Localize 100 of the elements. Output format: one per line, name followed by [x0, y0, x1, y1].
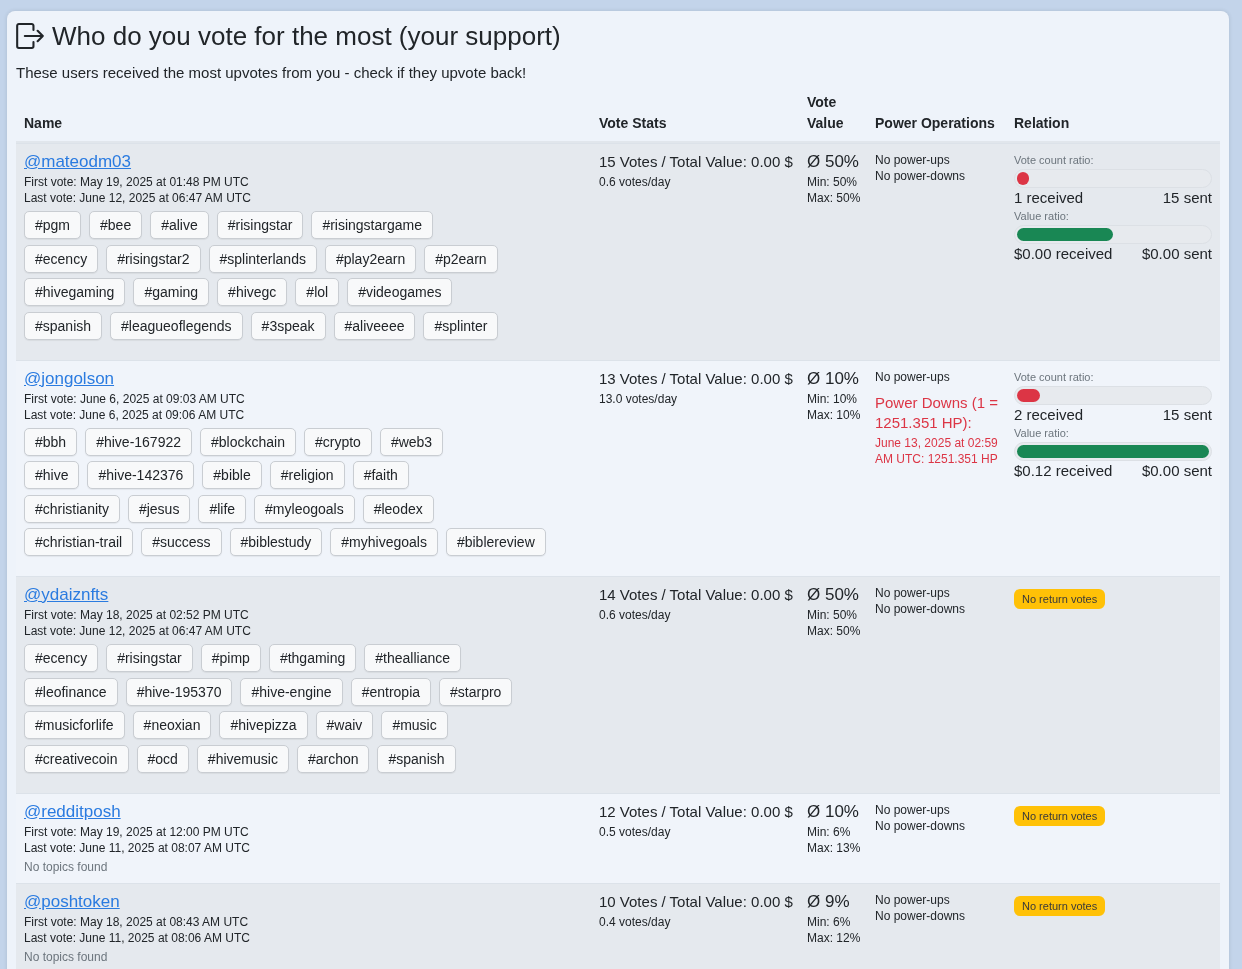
topic-tag[interactable]: #leagueoflegends	[110, 311, 243, 340]
username-link[interactable]: @mateodm03	[24, 150, 132, 174]
ratio-label: Vote count ratio:	[1014, 369, 1094, 385]
topic-tag[interactable]: #splinter	[423, 311, 499, 340]
topic-tag[interactable]: #hive	[24, 461, 80, 489]
topic-tag[interactable]: #creativecoin	[24, 744, 129, 773]
topic-tag[interactable]: #hivepizza	[219, 711, 308, 739]
no-topics-text: No topics found	[24, 858, 108, 875]
topic-tag[interactable]: #gaming	[133, 278, 210, 306]
column-header: Power Operations	[875, 114, 995, 133]
topic-tag[interactable]: #pimp	[200, 644, 261, 672]
topic-tag[interactable]: #risingstar2	[106, 244, 201, 273]
received-amount: $0.12 received	[1014, 460, 1113, 481]
topic-tag[interactable]: #lol	[295, 278, 340, 306]
first-vote-text: First vote: May 18, 2025 at 02:52 PM UTC	[24, 607, 249, 623]
sent-amount: $0.00 sent	[1141, 460, 1212, 481]
topic-tag[interactable]: #hive-engine	[240, 677, 343, 706]
topic-tag[interactable]: #bible	[202, 461, 262, 489]
power-down-title: Power Downs (1 = 1251.351 HP):	[875, 392, 999, 433]
status-badge: No return votes	[1014, 895, 1106, 916]
votes-per-day-text: 0.6 votes/day	[599, 607, 671, 623]
username-link[interactable]: @poshtoken	[24, 889, 120, 914]
topic-tag[interactable]: #bbh	[24, 427, 78, 456]
topic-tag[interactable]: #thealliance	[364, 644, 461, 672]
topic-tag[interactable]: #religion	[269, 461, 345, 489]
topic-tag[interactable]: #risingstargame	[311, 211, 433, 239]
last-vote-text: Last vote: June 12, 2025 at 06:47 AM UTC	[24, 190, 251, 206]
topic-tag[interactable]: #christian-trail	[24, 528, 134, 556]
topic-tag[interactable]: #p2earn	[424, 244, 498, 273]
page-title: Who do you vote for the most (your support)	[52, 20, 561, 53]
power-operation-text: No power-ups	[875, 801, 950, 818]
topic-tag[interactable]: #success	[141, 528, 222, 556]
topic-tag[interactable]: #risingstar	[216, 211, 304, 239]
topic-tag[interactable]: #splinterlands	[208, 244, 317, 273]
column-header: Vote Stats	[599, 114, 667, 133]
votes-per-day-text: 13.0 votes/day	[599, 390, 678, 407]
ratio-label: Value ratio:	[1014, 425, 1069, 441]
topic-tag[interactable]: #myleogoals	[254, 494, 355, 523]
topic-tag[interactable]: #alive	[150, 211, 209, 239]
vote-stats-text: 14 Votes / Total Value: 0.00 $	[599, 585, 793, 605]
vote-stats-text: 12 Votes / Total Value: 0.00 $	[599, 801, 793, 822]
topic-tag[interactable]: #jesus	[127, 494, 191, 523]
topic-tag[interactable]: #hive-142376	[87, 461, 195, 489]
topic-tag[interactable]: #3speak	[250, 311, 326, 340]
topic-tag[interactable]: #waiv	[315, 711, 374, 739]
average-vote-value: Ø 50%	[807, 584, 859, 606]
topic-tag[interactable]: #crypto	[303, 427, 372, 456]
topic-tag[interactable]: #musicforlife	[24, 711, 125, 739]
page-subtitle: These users received the most upvotes from you - check if they upvote back!	[16, 63, 527, 83]
votes-per-day-text: 0.4 votes/day	[599, 913, 671, 930]
topic-tag[interactable]: #neoxian	[132, 711, 212, 739]
power-operation-text: No power-downs	[875, 168, 966, 184]
topic-tag[interactable]: #hive-195370	[125, 677, 233, 706]
last-vote-text: Last vote: June 12, 2025 at 06:47 AM UTC	[24, 623, 251, 639]
topic-tag[interactable]: #christianity	[24, 494, 120, 523]
power-down-detail: June 13, 2025 at 02:59 AM UTC: 1251.351 HP	[875, 434, 999, 467]
topic-tag[interactable]: #myhivegoals	[330, 528, 438, 556]
last-vote-text: Last vote: June 6, 2025 at 09:06 AM UTC	[24, 406, 245, 423]
power-operation-text: No power-ups	[875, 585, 950, 601]
topic-tag[interactable]: #risingstar	[106, 644, 193, 672]
topic-tag[interactable]: #pgm	[24, 211, 82, 239]
topic-tag[interactable]: #ecency	[24, 244, 99, 273]
topic-tag[interactable]: #blockchain	[200, 427, 296, 456]
max-vote-value: Max: 50%	[807, 623, 861, 639]
topic-tag[interactable]: #life	[198, 494, 247, 523]
username-link[interactable]: @jongolson	[24, 366, 115, 391]
topic-tag[interactable]: #biblestudy	[229, 528, 323, 556]
topic-tag[interactable]: #play2earn	[324, 244, 417, 273]
topic-tag[interactable]: #thgaming	[268, 644, 357, 672]
received-amount: 2 received	[1014, 404, 1084, 425]
topic-tag[interactable]: #spanish	[24, 311, 103, 340]
topic-tag[interactable]: #bee	[89, 211, 143, 239]
topic-tag[interactable]: #hivegaming	[24, 278, 126, 306]
topic-tag[interactable]: #hive-167922	[85, 427, 192, 456]
topic-tag[interactable]: #hivemusic	[196, 744, 289, 773]
first-vote-text: First vote: May 19, 2025 at 12:00 PM UTC	[24, 823, 249, 840]
topic-tag[interactable]: #hivegc	[217, 278, 288, 306]
topic-tag[interactable]: #ecency	[24, 644, 99, 672]
max-vote-value: Max: 12%	[807, 929, 861, 946]
topic-tag[interactable]: #music	[381, 711, 448, 739]
topic-tag[interactable]: #leodex	[362, 494, 434, 523]
min-vote-value: Min: 50%	[807, 174, 858, 190]
topic-tag[interactable]: #biblereview	[445, 528, 546, 556]
topic-tag[interactable]: #starpro	[439, 677, 513, 706]
first-vote-text: First vote: June 6, 2025 at 09:03 AM UTC	[24, 390, 245, 407]
topic-tag[interactable]: #aliveeee	[333, 311, 416, 340]
topic-tag[interactable]: #faith	[352, 461, 409, 489]
first-vote-text: First vote: May 18, 2025 at 08:43 AM UTC	[24, 913, 249, 930]
last-vote-text: Last vote: June 11, 2025 at 08:06 AM UTC	[24, 929, 250, 946]
topic-tag[interactable]: #spanish	[377, 744, 456, 773]
username-link[interactable]: @redditposh	[24, 799, 121, 824]
topic-tag[interactable]: #entropia	[350, 677, 432, 706]
topic-tag[interactable]: #leofinance	[24, 677, 118, 706]
received-amount: 1 received	[1014, 188, 1084, 208]
average-vote-value: Ø 50%	[807, 151, 859, 173]
power-operation-text: No power-downs	[875, 601, 966, 617]
topic-tag[interactable]: #web3	[379, 427, 444, 456]
topic-tag[interactable]: #videogames	[347, 278, 453, 306]
topic-tag[interactable]: #archon	[296, 744, 370, 773]
topic-tag[interactable]: #ocd	[136, 744, 189, 773]
